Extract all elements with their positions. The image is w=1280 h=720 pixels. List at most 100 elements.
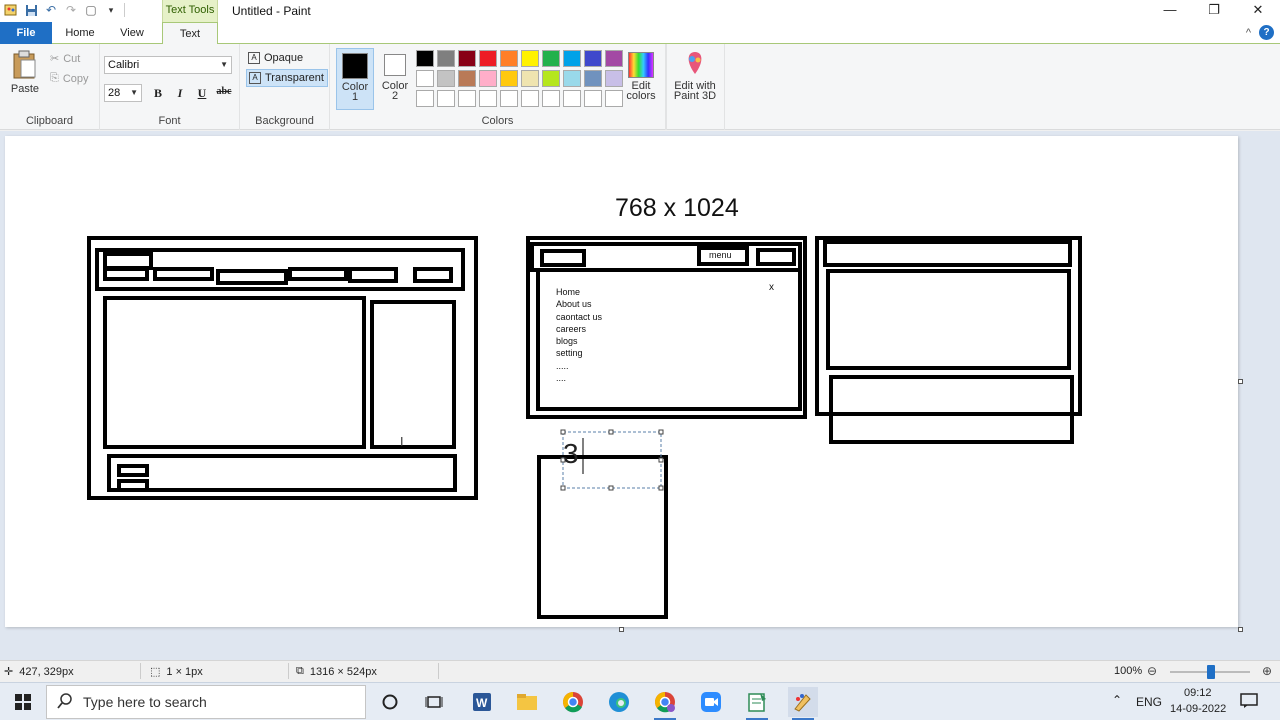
undo-icon[interactable]: ↶ bbox=[44, 3, 58, 17]
show-hidden-icons[interactable]: ⌃ bbox=[1112, 693, 1122, 707]
customize-qat-icon[interactable]: ▾ bbox=[104, 3, 118, 17]
font-family-select[interactable]: Calibri ▼ bbox=[104, 56, 232, 74]
palette-swatch[interactable] bbox=[437, 70, 455, 87]
palette-swatch[interactable] bbox=[479, 50, 497, 67]
search-placeholder: Type here to search bbox=[83, 694, 207, 710]
transparent-option[interactable]: A Transparent bbox=[246, 69, 328, 87]
canvas-menu-item: Home bbox=[556, 287, 581, 297]
palette-swatch[interactable] bbox=[500, 90, 518, 107]
cortana-icon[interactable] bbox=[375, 687, 405, 717]
zoom-out-icon[interactable]: ⊖ bbox=[1147, 664, 1157, 678]
canvas-resize-handle-bottom[interactable] bbox=[619, 627, 624, 632]
cut-button[interactable]: ✂ Cut bbox=[50, 52, 80, 66]
italic-button[interactable]: I bbox=[172, 86, 188, 101]
zoom-in-icon[interactable]: ⊕ bbox=[1262, 664, 1272, 678]
color-palette bbox=[416, 50, 625, 109]
palette-swatch[interactable] bbox=[563, 90, 581, 107]
color2-swatch bbox=[384, 54, 406, 76]
copy-button[interactable]: ⎘ Copy bbox=[50, 72, 89, 85]
text-tools-contextual-tab: Text Tools bbox=[162, 0, 218, 22]
palette-swatch[interactable] bbox=[542, 90, 560, 107]
palette-swatch[interactable] bbox=[500, 70, 518, 87]
palette-swatch[interactable] bbox=[605, 90, 623, 107]
palette-swatch[interactable] bbox=[542, 50, 560, 67]
close-button[interactable]: ✕ bbox=[1236, 0, 1280, 22]
word-icon[interactable]: W bbox=[467, 687, 497, 717]
right-content bbox=[826, 269, 1071, 370]
palette-swatch[interactable] bbox=[416, 70, 434, 87]
help-icon[interactable]: ? bbox=[1259, 25, 1274, 40]
desktop-footer bbox=[107, 454, 457, 492]
ribbon-divider bbox=[724, 44, 725, 130]
palette-swatch[interactable] bbox=[521, 50, 539, 67]
restore-button[interactable]: ❐ bbox=[1192, 0, 1236, 22]
palette-swatch[interactable] bbox=[479, 90, 497, 107]
collapse-ribbon-icon[interactable]: ^ bbox=[1246, 27, 1251, 39]
tab-text[interactable]: Text bbox=[162, 22, 218, 45]
bold-button[interactable]: B bbox=[150, 86, 166, 101]
palette-swatch[interactable] bbox=[458, 70, 476, 87]
palette-swatch[interactable] bbox=[479, 70, 497, 87]
palette-swatch[interactable] bbox=[500, 50, 518, 67]
underline-button[interactable]: U bbox=[194, 86, 210, 101]
notepad-icon[interactable] bbox=[742, 687, 772, 720]
file-explorer-icon[interactable] bbox=[512, 687, 542, 717]
paste-button[interactable]: Paste bbox=[6, 50, 44, 95]
canvas-resize-handle-right[interactable] bbox=[1238, 379, 1243, 384]
color1-button[interactable]: Color 1 bbox=[336, 48, 374, 110]
taskbar-search-box[interactable]: Type here to search bbox=[46, 685, 366, 719]
task-view-icon[interactable] bbox=[419, 687, 449, 717]
edge-icon[interactable] bbox=[604, 687, 634, 717]
zoom-slider-thumb[interactable] bbox=[1207, 665, 1215, 679]
move-icon: ✛ bbox=[4, 666, 14, 678]
tab-view[interactable]: View bbox=[110, 22, 154, 44]
paste-label: Paste bbox=[10, 83, 40, 95]
desktop-main-content bbox=[103, 296, 366, 449]
language-indicator[interactable]: ENG bbox=[1136, 695, 1162, 709]
palette-swatch[interactable] bbox=[542, 70, 560, 87]
palette-swatch[interactable] bbox=[563, 50, 581, 67]
palette-swatch[interactable] bbox=[605, 50, 623, 67]
print-preview-icon[interactable]: ▢ bbox=[84, 3, 98, 17]
start-button[interactable] bbox=[0, 683, 46, 720]
minimize-button[interactable]: — bbox=[1148, 0, 1192, 22]
edit-colors-button[interactable]: Edit colors bbox=[624, 50, 658, 102]
chrome-profile-icon[interactable] bbox=[650, 687, 680, 720]
desktop-footer-box bbox=[117, 479, 149, 492]
opaque-option[interactable]: A Opaque bbox=[246, 49, 328, 67]
palette-swatch[interactable] bbox=[584, 70, 602, 87]
strikethrough-button[interactable]: abc bbox=[214, 86, 234, 97]
canvas-resize-handle-corner[interactable] bbox=[1238, 627, 1243, 632]
font-size-select[interactable]: 28 ▼ bbox=[104, 84, 142, 102]
palette-swatch[interactable] bbox=[563, 70, 581, 87]
save-icon[interactable] bbox=[24, 3, 38, 17]
palette-swatch[interactable] bbox=[584, 50, 602, 67]
cursor-position: ✛ 427, 329px bbox=[4, 665, 74, 679]
palette-swatch[interactable] bbox=[437, 50, 455, 67]
redo-icon[interactable]: ↷ bbox=[64, 3, 78, 17]
edit-with-paint3d-button[interactable]: Edit with Paint 3D bbox=[670, 50, 720, 102]
palette-swatch[interactable] bbox=[458, 90, 476, 107]
windows-icon bbox=[15, 694, 31, 710]
palette-swatch[interactable] bbox=[521, 70, 539, 87]
qat-divider bbox=[124, 3, 125, 17]
notification-icon[interactable] bbox=[1240, 693, 1258, 712]
clock-date[interactable]: 14-09-2022 bbox=[1170, 703, 1226, 715]
palette-swatch[interactable] bbox=[458, 50, 476, 67]
canvas-workspace: 768 x 1024 menu x Home About us caontact u… bbox=[0, 131, 1280, 660]
drawing-canvas[interactable]: 768 x 1024 menu x Home About us caontact u… bbox=[5, 136, 1243, 632]
palette-swatch[interactable] bbox=[416, 50, 434, 67]
palette-swatch[interactable] bbox=[521, 90, 539, 107]
zoom-app-icon[interactable] bbox=[696, 687, 726, 717]
paint-taskbar-icon[interactable] bbox=[788, 687, 818, 720]
color2-button[interactable]: Color 2 bbox=[376, 48, 414, 110]
palette-swatch[interactable] bbox=[605, 70, 623, 87]
tab-home[interactable]: Home bbox=[58, 22, 102, 44]
palette-swatch[interactable] bbox=[437, 90, 455, 107]
clock-time[interactable]: 09:12 bbox=[1184, 687, 1212, 699]
palette-swatch[interactable] bbox=[416, 90, 434, 107]
paint-app-icon[interactable] bbox=[4, 3, 18, 17]
palette-swatch[interactable] bbox=[584, 90, 602, 107]
tab-file[interactable]: File bbox=[0, 22, 52, 44]
chrome-icon[interactable] bbox=[558, 687, 588, 717]
